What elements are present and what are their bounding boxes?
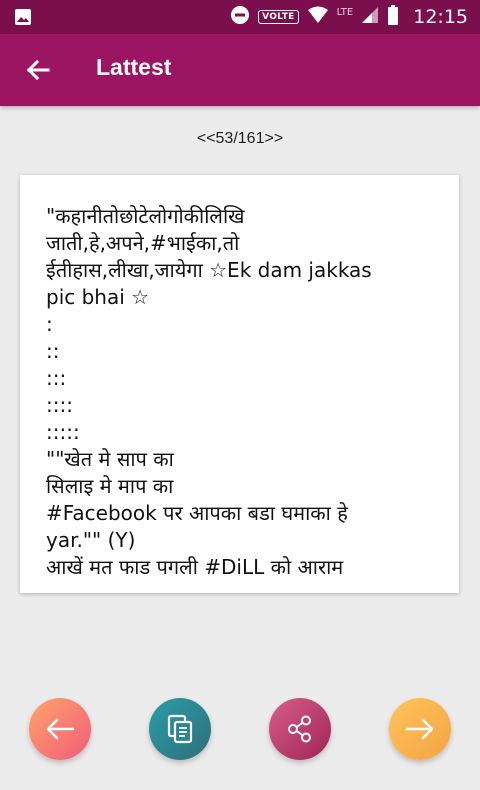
network-type: LTE <box>336 6 354 18</box>
image-icon <box>14 8 32 30</box>
copy-button[interactable] <box>149 698 211 760</box>
status-icons: VOLTE LTE 12:15 <box>230 0 468 34</box>
share-button[interactable] <box>269 698 331 760</box>
signal-icon <box>361 6 379 28</box>
arrow-left-icon <box>26 59 50 81</box>
wifi-icon <box>307 6 329 28</box>
battery-icon <box>387 5 399 29</box>
item-counter: <<53/161>> <box>196 130 284 147</box>
next-button[interactable] <box>389 698 451 760</box>
status-text: "कहानीतोछोटेलोगोकीलिखि जाती,हे,अपने,#भाई… <box>46 204 372 579</box>
previous-button[interactable] <box>29 698 91 760</box>
app-bar: Lattest <box>0 34 480 106</box>
page-title: Lattest <box>96 54 172 80</box>
volte-badge: VOLTE <box>258 10 299 24</box>
arrow-left-icon <box>46 718 75 740</box>
clock: 12:15 <box>413 6 468 28</box>
do-not-disturb-icon <box>230 5 250 29</box>
share-icon <box>288 715 311 743</box>
back-button[interactable] <box>22 54 54 86</box>
status-bar: VOLTE LTE 12:15 <box>0 0 480 34</box>
arrow-right-icon <box>405 718 434 740</box>
content-card: "कहानीतोछोटेलोगोकीलिखि जाती,हे,अपने,#भाई… <box>20 175 459 593</box>
copy-icon <box>167 714 193 744</box>
